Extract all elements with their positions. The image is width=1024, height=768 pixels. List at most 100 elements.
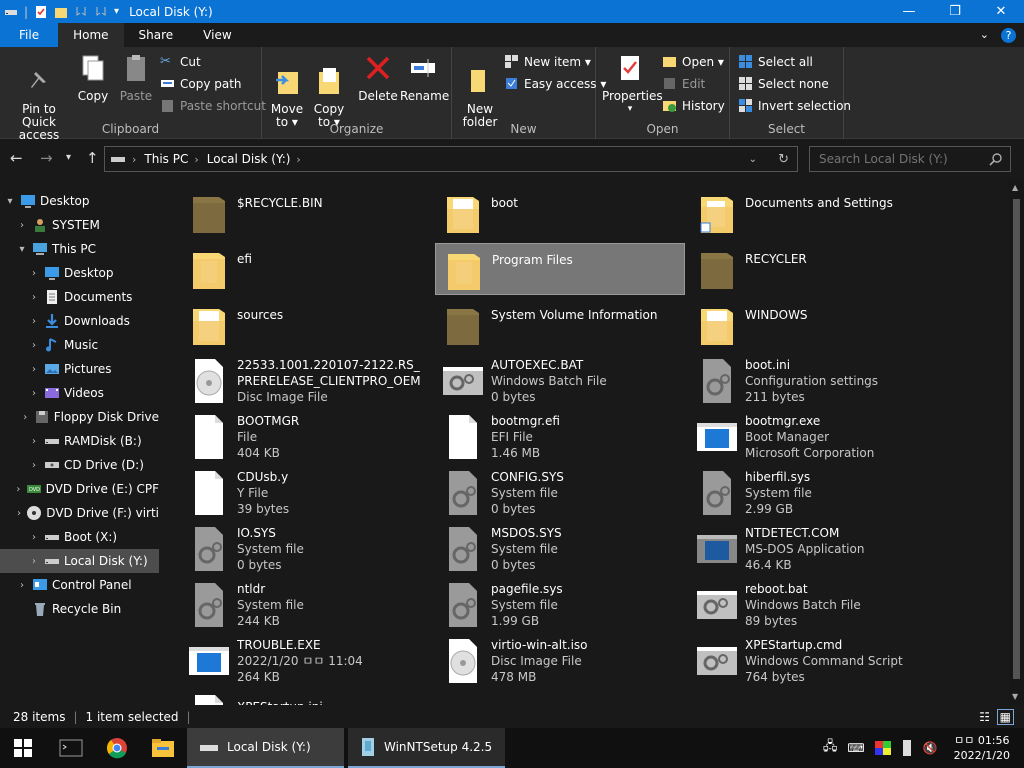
scrollbar-thumb[interactable]: [1013, 199, 1020, 679]
refresh-icon[interactable]: ↻: [778, 152, 789, 167]
properties-icon[interactable]: [34, 5, 48, 19]
nav-item-boot-x[interactable]: › Boot (X:): [0, 525, 159, 549]
file-item-io-sys[interactable]: IO.SYS System file 0 bytes: [181, 523, 431, 575]
back-arrow-icon[interactable]: ←: [10, 149, 23, 167]
collapsed-chevron-icon[interactable]: ›: [28, 532, 40, 543]
keyboard-icon[interactable]: ⌨: [847, 741, 864, 755]
taskbar-chrome-button[interactable]: [94, 728, 140, 768]
open-button[interactable]: Open ▾: [662, 54, 724, 69]
start-button[interactable]: [0, 728, 46, 768]
file-item-bootmgr[interactable]: BOOTMGR File 404 KB: [181, 411, 431, 463]
file-item-sources[interactable]: sources: [181, 299, 431, 351]
nav-item-this-pc[interactable]: ▾ This PC: [0, 237, 159, 261]
paste-shortcut-button[interactable]: Paste shortcut: [160, 98, 266, 113]
easy-access-button[interactable]: Easy access ▾: [504, 76, 606, 91]
tiles-view-icon[interactable]: ▦: [996, 708, 1014, 725]
edit-button[interactable]: Edit: [662, 76, 705, 91]
maximize-button[interactable]: ❐: [932, 0, 978, 23]
nav-item-cd-drive-d[interactable]: › CD Drive (D:): [0, 453, 159, 477]
invert-selection-button[interactable]: Invert selection: [738, 98, 851, 113]
file-item-windows[interactable]: WINDOWS: [689, 299, 939, 351]
collapsed-chevron-icon[interactable]: ›: [28, 364, 40, 375]
file-item-autoexec-bat[interactable]: AUTOEXEC.BAT Windows Batch File 0 bytes: [435, 355, 685, 407]
expanded-chevron-icon[interactable]: ▾: [16, 244, 28, 255]
history-button[interactable]: History: [662, 98, 725, 113]
select-none-button[interactable]: Select none: [738, 76, 829, 91]
clock[interactable]: ㅁㅁ 01:56 2022/1/20: [954, 733, 1010, 763]
collapse-ribbon-icon[interactable]: ⌄: [980, 23, 989, 47]
drive-icon[interactable]: [4, 5, 18, 19]
delete-button[interactable]: Delete: [358, 53, 398, 103]
nav-item-downloads[interactable]: › Downloads: [0, 309, 159, 333]
select-all-button[interactable]: Select all: [738, 54, 813, 69]
nav-item-system[interactable]: › SYSTEM: [0, 213, 159, 237]
nav-item-dvd-drive-f-virti[interactable]: › DVD Drive (F:) virti: [0, 501, 159, 525]
new-folder-button[interactable]: New folder: [458, 53, 502, 129]
tab-file[interactable]: File: [0, 23, 59, 47]
move-to-button[interactable]: Move to ▾: [268, 53, 306, 129]
network-icon[interactable]: 🖧: [823, 737, 838, 759]
search-box[interactable]: [809, 146, 1011, 172]
nav-item-recycle-bin[interactable]: Recycle Bin: [0, 597, 159, 621]
color-tool-icon[interactable]: [874, 741, 891, 755]
recent-locations-chevron-icon[interactable]: ▾: [66, 152, 71, 163]
minimize-button[interactable]: —: [886, 0, 932, 23]
paste-button[interactable]: Paste: [118, 53, 154, 103]
new-item-button[interactable]: New item ▾: [504, 54, 591, 69]
file-item-bootmgr-exe[interactable]: bootmgr.exe Boot Manager Microsoft Corpora…: [689, 411, 939, 463]
collapsed-chevron-icon[interactable]: ›: [28, 268, 40, 279]
collapsed-chevron-icon[interactable]: ›: [28, 316, 40, 327]
address-bar[interactable]: › This PC › Local Disk (Y:) › ⌄ ↻: [104, 146, 798, 172]
file-item-trouble-exe[interactable]: TROUBLE.EXE 2022/1/20 ㅁㅁ 11:04 264 KB: [181, 635, 431, 687]
file-item-cdusb-y[interactable]: CDUsb.y Y File 39 bytes: [181, 467, 431, 519]
file-item-bootmgr-efi[interactable]: bootmgr.efi EFI File 1.46 MB: [435, 411, 685, 463]
nav-item-desktop[interactable]: › Desktop: [0, 261, 159, 285]
nav-item-dvd-drive-e-cpf[interactable]: › DVD DVD Drive (E:) CPF: [0, 477, 159, 501]
customize-qa-chevron-icon[interactable]: ▾: [114, 6, 119, 17]
file-item-recycle-bin[interactable]: $RECYCLE.BIN: [181, 187, 431, 239]
properties-button[interactable]: Properties ▾: [602, 53, 663, 116]
collapsed-chevron-icon[interactable]: ›: [16, 580, 28, 591]
tab-home[interactable]: Home: [58, 23, 124, 47]
details-view-icon[interactable]: ☷: [979, 710, 990, 724]
copy-path-button[interactable]: Copy path: [160, 76, 242, 91]
cut-button[interactable]: ✂ Cut: [160, 54, 201, 69]
file-item-program-files[interactable]: Program Files: [435, 243, 685, 295]
scroll-up-icon[interactable]: ▲: [1012, 183, 1018, 192]
forward-arrow-icon[interactable]: →: [40, 149, 53, 167]
nav-item-ramdisk-b[interactable]: › RAMDisk (B:): [0, 429, 159, 453]
collapsed-chevron-icon[interactable]: ›: [16, 508, 23, 519]
nav-item-desktop[interactable]: ▾ Desktop: [0, 189, 159, 213]
address-dropdown-chevron-icon[interactable]: ⌄: [749, 154, 757, 165]
search-input[interactable]: [819, 152, 989, 166]
file-item-config-sys[interactable]: CONFIG.SYS System file 0 bytes: [435, 467, 685, 519]
breadcrumb-local-disk[interactable]: Local Disk (Y:): [207, 152, 291, 166]
file-item-documents-and-settings[interactable]: Documents and Settings: [689, 187, 939, 239]
collapsed-chevron-icon[interactable]: ›: [28, 556, 40, 567]
file-item-boot-ini[interactable]: boot.ini Configuration settings 211 bytes: [689, 355, 939, 407]
nav-item-pictures[interactable]: › Pictures: [0, 357, 159, 381]
file-item-ntldr[interactable]: ntldr System file 244 KB: [181, 579, 431, 631]
file-item-reboot-bat[interactable]: reboot.bat Windows Batch File 89 bytes: [689, 579, 939, 631]
file-item-22533-1001-220107-2122-rs-prerelease-clientpro-oemret-x64f[interactable]: 22533.1001.220107-2122.RS_PRERELEASE_CLI…: [181, 355, 431, 407]
taskbar-task-winntsetup[interactable]: WinNTSetup 4.2.5: [348, 728, 505, 768]
nav-item-local-disk-y[interactable]: › Local Disk (Y:): [0, 549, 159, 573]
volume-mute-icon[interactable]: 🔇: [923, 741, 938, 755]
collapsed-chevron-icon[interactable]: ›: [28, 292, 40, 303]
collapsed-chevron-icon[interactable]: ›: [15, 484, 21, 495]
collapsed-chevron-icon[interactable]: ›: [21, 412, 30, 423]
taskbar-task-local-disk[interactable]: Local Disk (Y:): [187, 728, 344, 768]
scroll-down-icon[interactable]: ▼: [1012, 692, 1018, 701]
nav-item-documents[interactable]: › Documents: [0, 285, 159, 309]
help-icon[interactable]: ?: [1001, 28, 1016, 43]
new-folder-icon[interactable]: [54, 5, 68, 19]
nav-item-videos[interactable]: › Videos: [0, 381, 159, 405]
expanded-chevron-icon[interactable]: ▾: [4, 196, 16, 207]
collapsed-chevron-icon[interactable]: ›: [28, 460, 40, 471]
nav-item-control-panel[interactable]: › Control Panel: [0, 573, 159, 597]
breadcrumb-this-pc[interactable]: This PC: [144, 152, 188, 166]
rename-button[interactable]: Rename: [400, 53, 449, 103]
collapsed-chevron-icon[interactable]: ›: [16, 220, 28, 231]
file-item-system-volume-information[interactable]: System Volume Information: [435, 299, 685, 351]
file-item-efi[interactable]: efi: [181, 243, 431, 295]
